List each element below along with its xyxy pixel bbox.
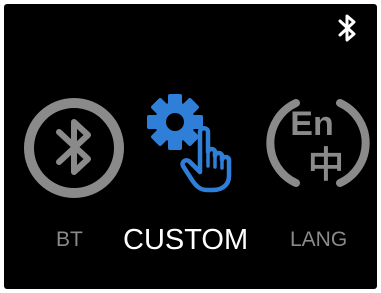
- gear-with-hand-icon: [147, 94, 232, 193]
- language-en-zh-icon: En 中: [266, 99, 370, 187]
- menu-label-lang: LANG: [290, 228, 348, 251]
- lang-icon-zh-text: 中: [308, 145, 344, 186]
- menu-label-bt: BT: [56, 228, 83, 251]
- lang-icon-en-text: En: [290, 105, 333, 143]
- device-screen: BT CUSTOM En 中 LANG: [4, 4, 377, 289]
- menu-label-custom: CUSTOM: [123, 224, 249, 256]
- bluetooth-circle-icon: [24, 98, 124, 198]
- bluetooth-icon: [338, 14, 356, 42]
